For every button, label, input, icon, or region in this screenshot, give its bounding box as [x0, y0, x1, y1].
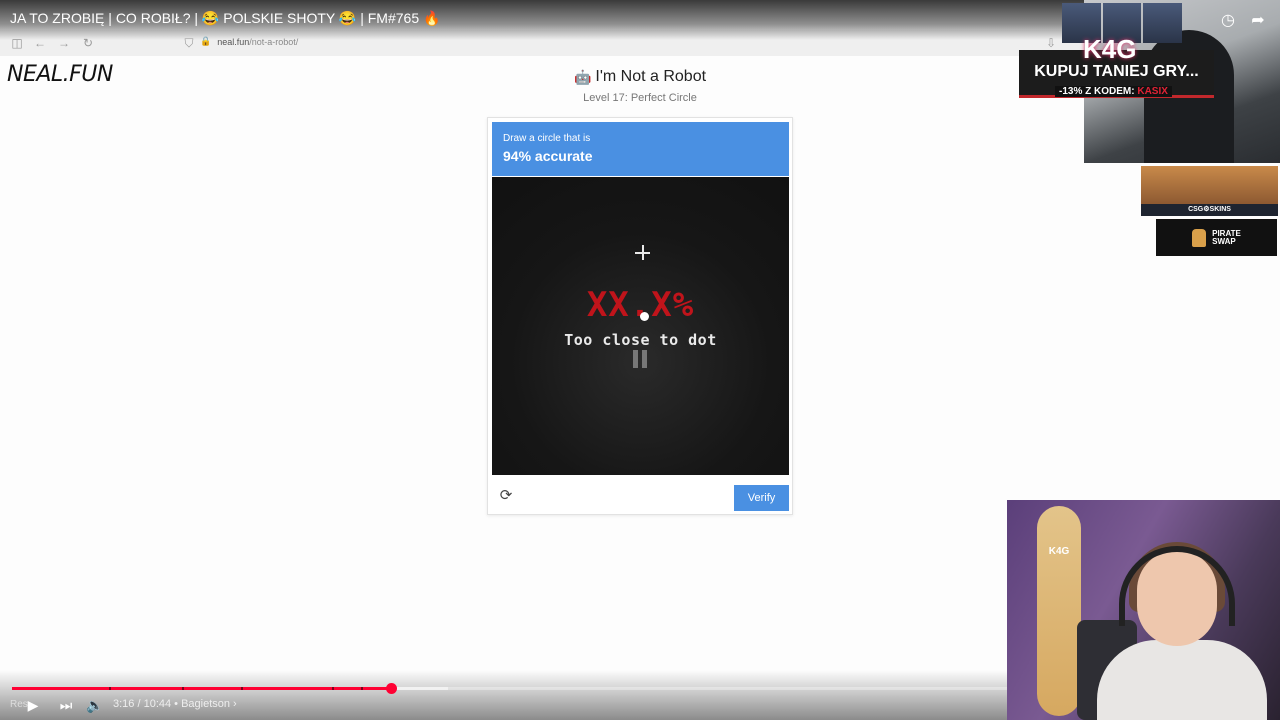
level-label: Level 17: Perfect Circle	[583, 91, 697, 104]
pause-icon	[631, 350, 651, 368]
site-logo[interactable]: NEAL.FUN	[7, 62, 113, 87]
captcha-widget: Draw a circle that is 94% accurate XX.X%…	[487, 117, 793, 515]
progress-played	[12, 687, 392, 690]
promo-code-prefix: -13% Z KODEM:	[1059, 86, 1135, 97]
volume-icon[interactable]: 🔈	[86, 697, 104, 713]
sponsor-csgoskins: CSG⚙SKINS	[1141, 166, 1278, 216]
person-hoodie	[1097, 640, 1267, 720]
page-header: 🤖 I'm Not a Robot Level 17: Perfect Circ…	[540, 68, 740, 104]
prompt-instruction: Draw a circle that is	[503, 133, 591, 144]
drawing-canvas[interactable]: XX.X% Too close to dot	[492, 177, 789, 475]
page-title: 🤖 I'm Not a Robot	[574, 68, 706, 86]
pirate-icon	[1192, 228, 1207, 247]
headset	[1119, 546, 1235, 626]
center-dot	[640, 312, 649, 321]
prompt-target: 94% accurate	[503, 148, 593, 164]
promo-brand: K4G	[1083, 34, 1137, 64]
sponsor-pirateswap: PIRATE SWAP	[1156, 219, 1277, 256]
promo-banner: K4G KUPUJ TANIEJ GRY... -13% Z KODEM: KA…	[1019, 34, 1214, 98]
chapter-marker	[182, 687, 184, 690]
share-icon[interactable]: ➦	[1248, 10, 1268, 30]
video-controls-overlay	[0, 670, 1007, 720]
next-icon[interactable]: ⏭	[57, 697, 75, 713]
refresh-icon[interactable]: ⟳	[497, 487, 515, 505]
feedback-message: Too close to dot	[564, 331, 717, 349]
board-logo: K4G	[1048, 546, 1070, 557]
verify-button[interactable]: Verify	[734, 485, 789, 511]
captcha-prompt: Draw a circle that is 94% accurate	[492, 122, 789, 176]
robot-icon: 🤖	[573, 68, 592, 85]
video-title[interactable]: JA TO ZROBIĘ | CO ROBIŁ? | 😂 POLSKIE SHO…	[10, 10, 440, 27]
chapter-marker	[241, 687, 243, 690]
sponsor-csgoskins-label: CSG⚙SKINS	[1141, 204, 1278, 216]
chapter-marker	[361, 687, 363, 690]
skateboard-decoration	[1037, 506, 1081, 716]
crosshair-cursor-icon	[635, 245, 650, 260]
webcam-feed: K4G	[1007, 500, 1280, 720]
play-icon[interactable]: ▶	[24, 697, 42, 713]
promo-headline: KUPUJ TANIEJ GRY...	[1034, 63, 1199, 80]
sponsor-pirate-line2: SWAP	[1212, 236, 1236, 246]
time-display: 3:16 / 10:44 • Bagietson ›	[113, 698, 237, 710]
page-title-text: I'm Not a Robot	[595, 68, 707, 85]
chapter-marker	[109, 687, 111, 690]
chapter-marker	[332, 687, 334, 690]
clock-icon[interactable]: ◷	[1218, 10, 1238, 30]
progress-bar[interactable]	[12, 683, 1007, 694]
promo-code-value: KASIX	[1137, 86, 1168, 97]
promo-code: -13% Z KODEM: KASIX	[1055, 86, 1172, 97]
